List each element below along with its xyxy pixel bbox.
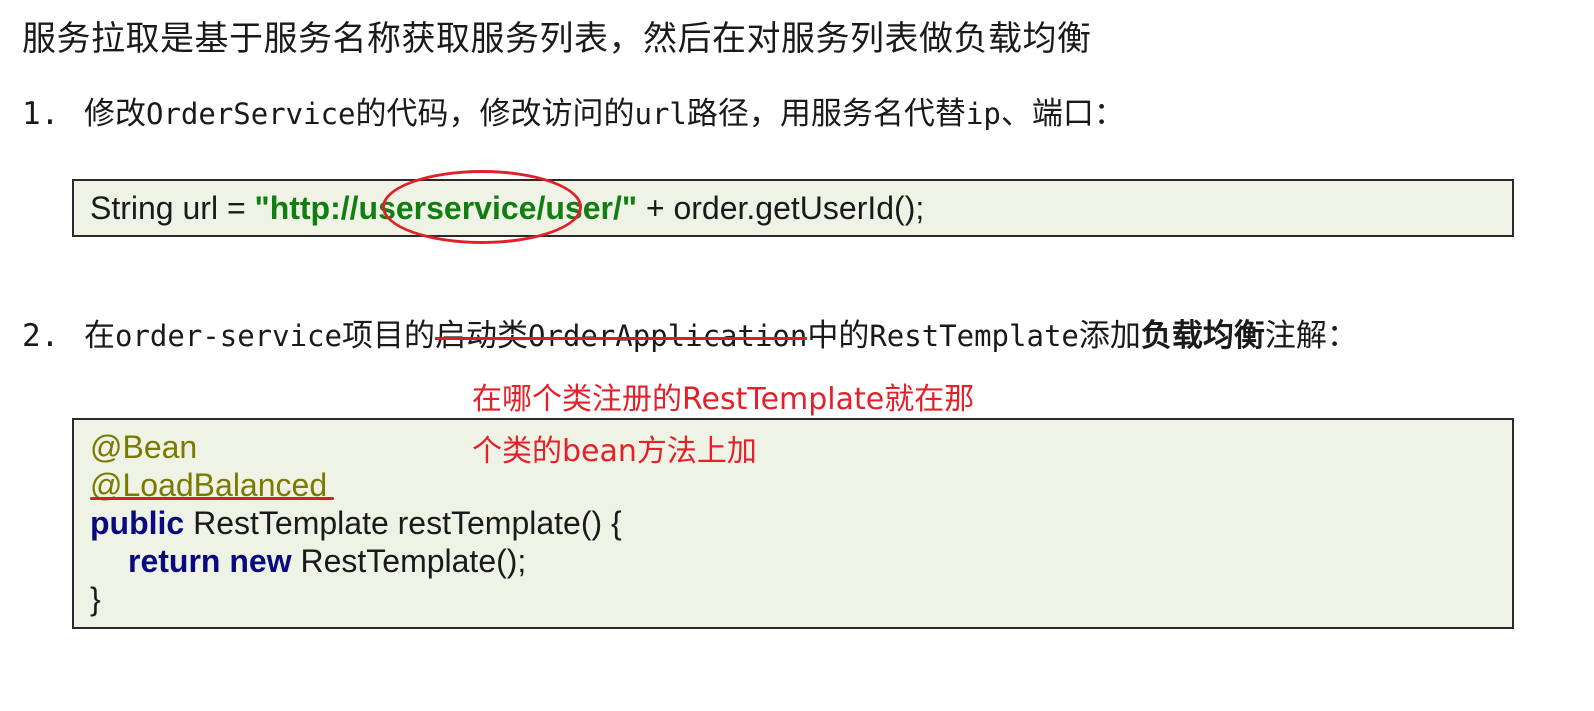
code-line-return: return new RestTemplate(); [90, 542, 1512, 580]
code-block-url: String url = "http://userservice/user/" … [72, 179, 1514, 237]
step-1-url-word: url [634, 97, 687, 131]
step-2-project-name: order-service [115, 319, 342, 353]
step-2-text-d: 中的 [807, 318, 870, 354]
step-2-text-g: 注解： [1264, 318, 1358, 354]
step-1-text-a: 修改 [84, 96, 146, 132]
step-1-text-e: 路径，用服务名代替 [686, 96, 966, 132]
step-1-number: 1. [22, 96, 60, 132]
step-1-text-c: 的代码，修改访问的 [355, 96, 635, 132]
red-underline-markup [90, 497, 334, 500]
code-url-string: "http://userservice/user/" [254, 190, 637, 226]
step-2-resttemplate: RestTemplate [869, 319, 1079, 353]
step-1-text-g: 、端口： [1000, 96, 1125, 132]
code-return-rest: RestTemplate(); [291, 543, 527, 579]
step-2-bold-text: 负载均衡 [1140, 318, 1265, 354]
note-line-2: 个类的bean方法上加 [472, 434, 757, 469]
code-line-method: public RestTemplate restTemplate() { [90, 504, 1512, 542]
step-2-strike-b: OrderApplication [527, 319, 808, 353]
code-line-close: } [90, 581, 101, 617]
step-1: 1. 修改OrderService的代码，修改访问的url路径，用服务名代替ip、… [22, 92, 1125, 136]
step-2-text-a: 在 [84, 318, 115, 354]
step-2-number: 2. [22, 318, 60, 354]
code-keyword-return: return [128, 543, 221, 579]
code-keyword-public: public [90, 505, 185, 541]
code-url-suffix: + order.getUserId(); [637, 190, 925, 226]
step-1-ip-word: ip [965, 97, 1001, 131]
step-1-class-name: OrderService [146, 97, 356, 131]
intro-text: 服务拉取是基于服务名称获取服务列表，然后在对服务列表做负载均衡 [22, 19, 1092, 59]
step-2-strike-a: 启动类 [434, 318, 528, 354]
step-2-struck-text: 启动类OrderApplication [435, 318, 807, 354]
step-2-text-c: 项目的 [341, 318, 435, 354]
note-line-1: 在哪个类注册的RestTemplate就在那 [472, 382, 975, 417]
step-2: 2. 在order-service项目的启动类OrderApplication中的… [22, 314, 1358, 358]
code-line-bean: @Bean [90, 429, 198, 465]
code-url-prefix: String url = [90, 190, 255, 226]
step-2-text-f: 添加 [1078, 318, 1141, 354]
code-block-bean: @Bean @LoadBalanced public RestTemplate … [72, 418, 1514, 629]
code-method-signature: RestTemplate restTemplate() { [184, 505, 622, 541]
code-keyword-new: new [229, 543, 292, 579]
